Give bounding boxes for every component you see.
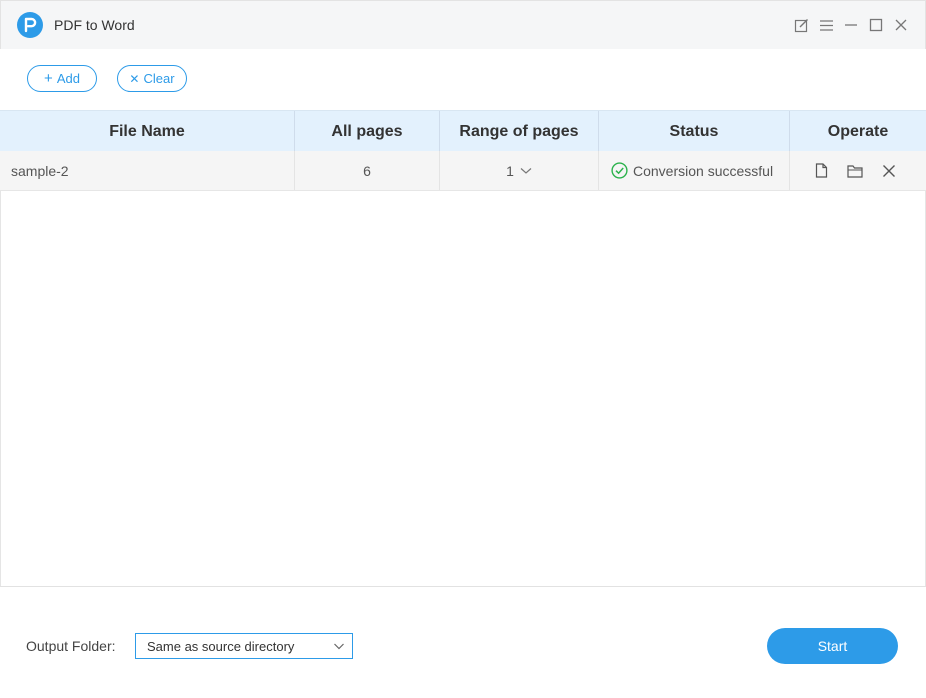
title-bar: PDF to Word [0, 0, 926, 49]
app-logo-icon [17, 12, 43, 38]
success-check-icon [611, 162, 628, 179]
clear-button[interactable]: ✕ Clear [117, 65, 187, 92]
clear-button-label: Clear [143, 71, 175, 86]
footer: Output Folder: Same as source directory … [0, 586, 926, 698]
output-folder-label: Output Folder: [26, 638, 116, 654]
folder-icon[interactable] [845, 161, 865, 181]
file-icon[interactable] [811, 161, 831, 181]
remove-icon[interactable] [879, 161, 899, 181]
all-pages-cell: 6 [295, 151, 440, 190]
column-header-all-pages: All pages [295, 111, 440, 152]
start-button[interactable]: Start [767, 628, 898, 664]
x-icon: ✕ [129, 71, 140, 86]
operate-cell [790, 151, 926, 190]
range-value: 1 [506, 162, 514, 179]
window-title: PDF to Word [54, 17, 135, 33]
status-cell: Conversion successful [599, 151, 790, 190]
column-header-file-name: File Name [0, 111, 295, 152]
column-header-operate: Operate [827, 122, 889, 140]
maximize-icon[interactable] [867, 16, 885, 34]
column-header-range: Range of pages [440, 111, 599, 152]
menu-icon[interactable] [817, 16, 835, 34]
add-button[interactable]: + Add [27, 65, 97, 92]
chevron-down-icon [520, 167, 532, 174]
toolbar: + Add ✕ Clear [0, 49, 926, 110]
file-name-cell: sample-2 [0, 151, 295, 190]
table-row[interactable]: sample-2 6 1 Conversion successful [0, 151, 926, 191]
edit-icon[interactable] [792, 16, 810, 34]
close-icon[interactable] [892, 16, 910, 34]
range-dropdown[interactable]: 1 [440, 151, 599, 190]
status-text: Conversion successful [633, 162, 774, 179]
table-header: File Name All pages Range of pages Statu… [0, 110, 926, 152]
output-folder-value: Same as source directory [147, 638, 295, 654]
add-button-label: Add [56, 71, 80, 86]
plus-icon: + [44, 70, 53, 87]
minimize-icon[interactable] [842, 16, 860, 34]
output-folder-select[interactable]: Same as source directory [135, 633, 353, 659]
chevron-down-icon [334, 643, 344, 650]
file-list-area [0, 191, 926, 586]
column-header-status: Status [599, 111, 790, 152]
